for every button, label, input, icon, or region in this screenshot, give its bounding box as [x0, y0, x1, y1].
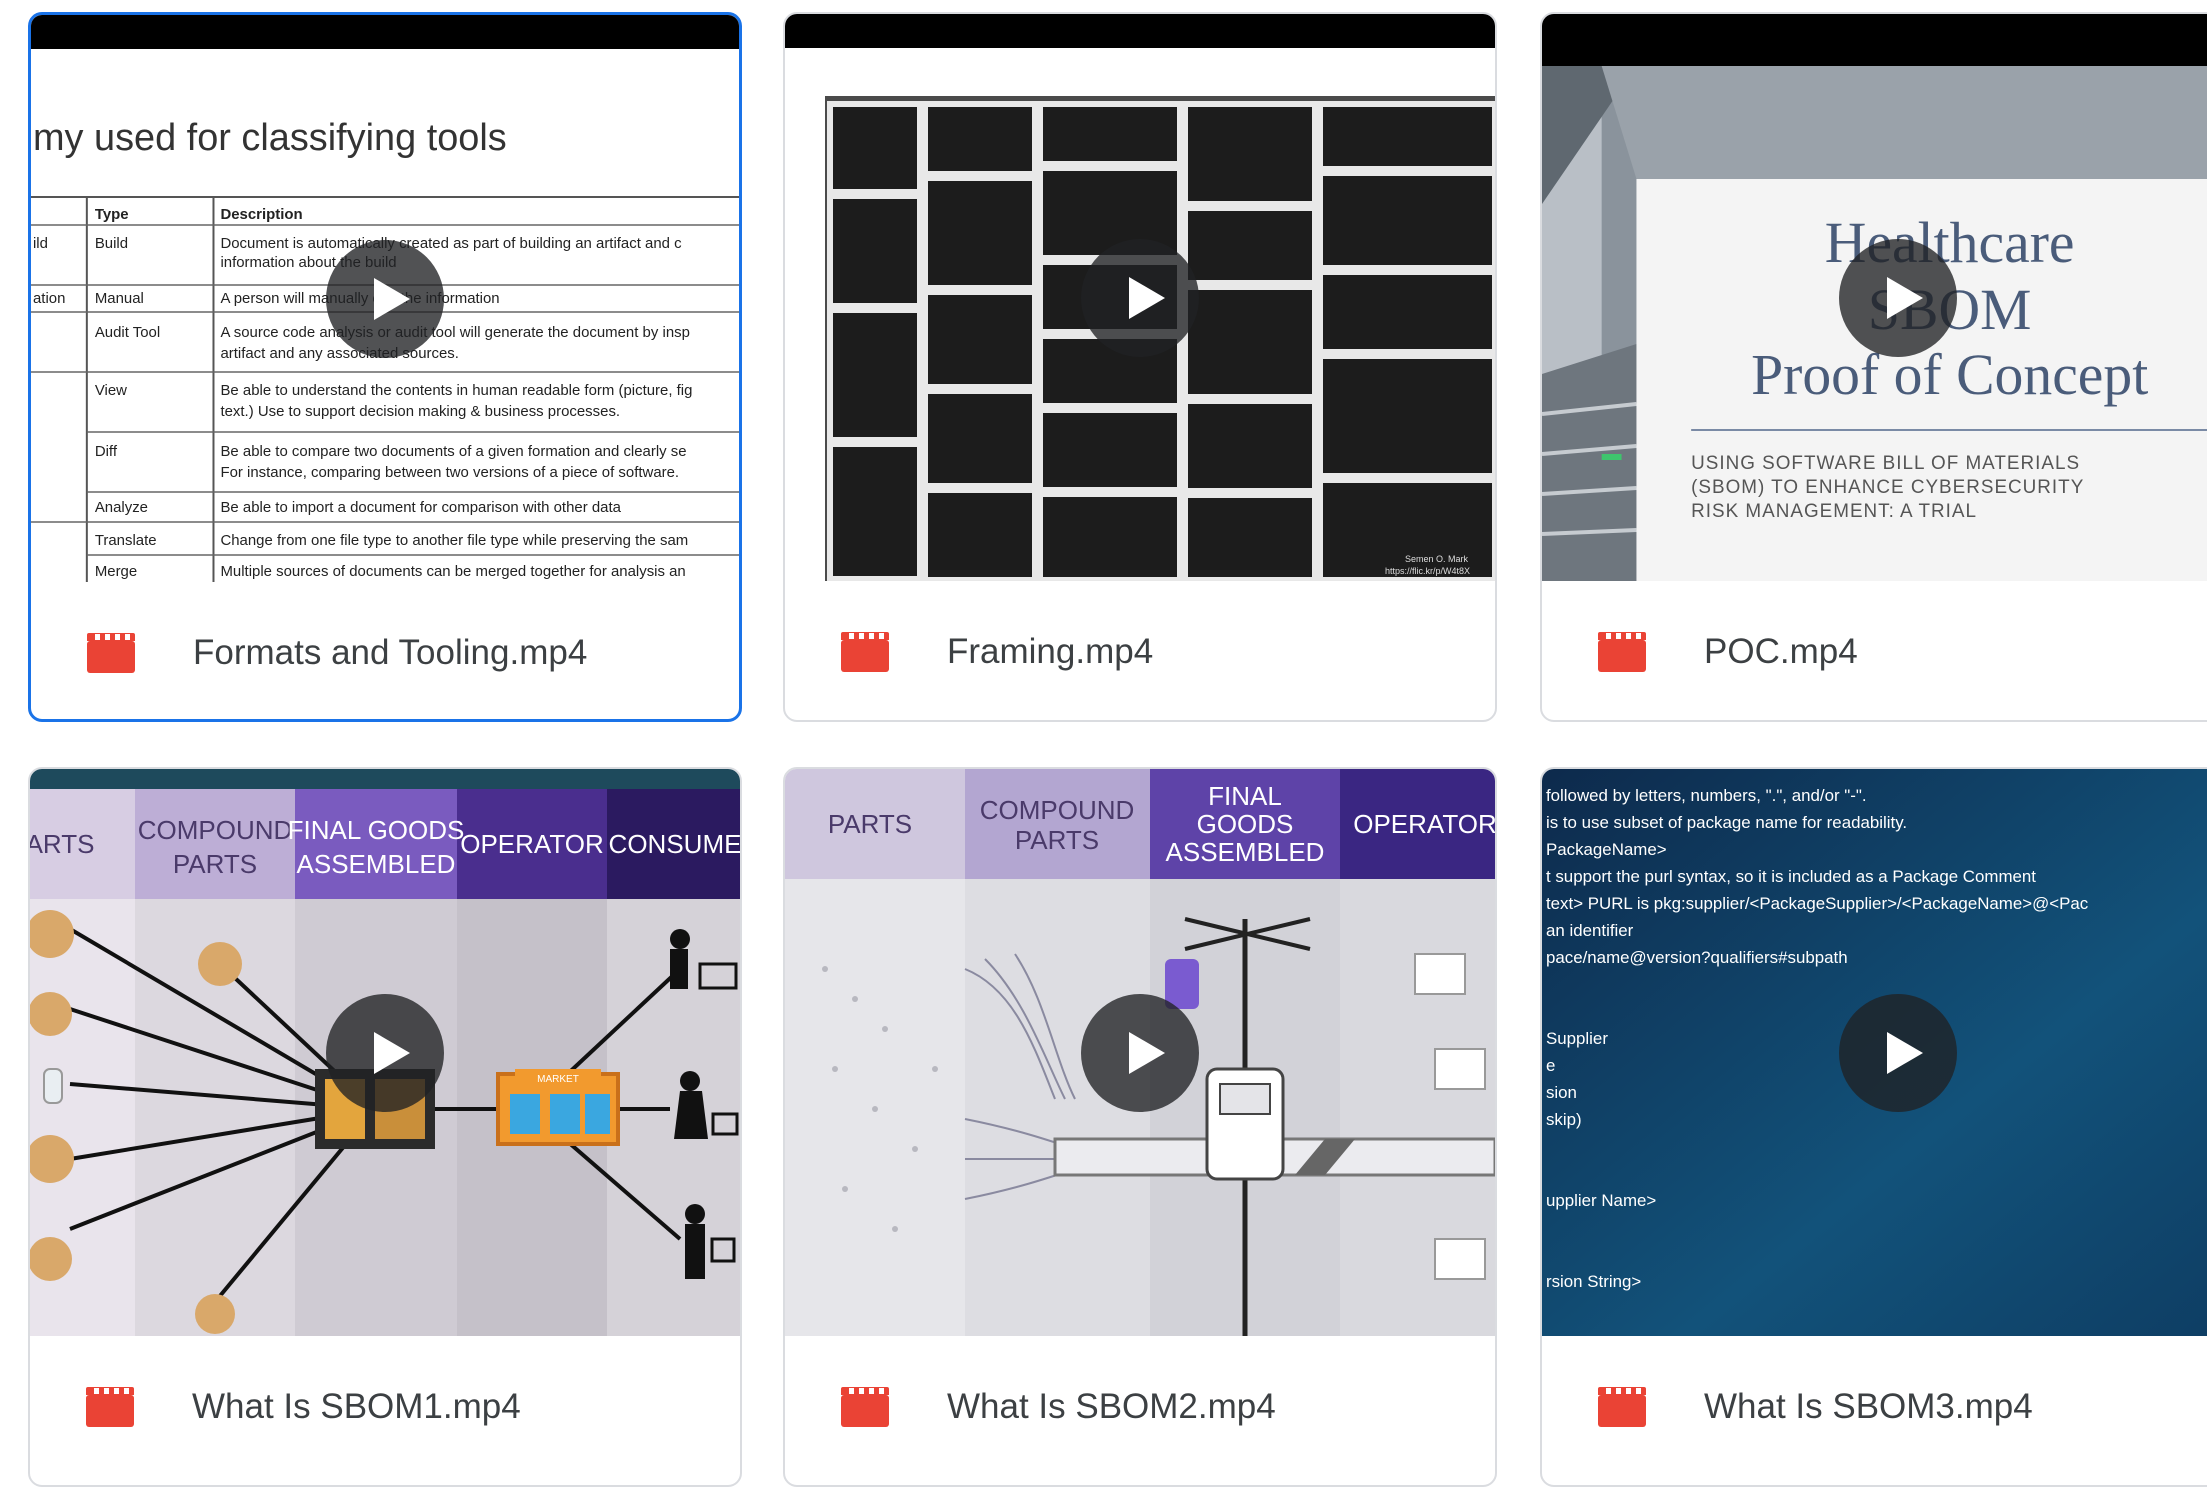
- thumb-column-label: GOODS: [1197, 809, 1294, 839]
- file-card-what-is-sbom1[interactable]: ARTS COMPOUND PARTS FINAL GOODS ASSEMBLE…: [28, 767, 742, 1487]
- thumb-cell: Manual: [95, 290, 144, 307]
- thumb-column-label: COMPOUND: [138, 815, 293, 845]
- file-card-what-is-sbom2[interactable]: PARTS COMPOUND PARTS FINAL GOODS ASSEMBL…: [783, 767, 1497, 1487]
- play-icon[interactable]: [326, 240, 444, 358]
- video-thumbnail[interactable]: Healthcare SBOM Proof of Concept USING S…: [1542, 14, 2207, 581]
- thumb-cell: artifact and any associated sources.: [220, 345, 458, 362]
- video-thumbnail[interactable]: followed by letters, numbers, ".", and/o…: [1542, 769, 2207, 1336]
- thumb-column-label: CONSUME: [609, 829, 740, 859]
- file-card-footer: What Is SBOM3.mp4: [1542, 1336, 2207, 1478]
- thumb-text-line: upplier Name>: [1546, 1191, 1656, 1210]
- file-name[interactable]: Framing.mp4: [947, 632, 1153, 672]
- thumb-text-line: is to use subset of package name for rea…: [1546, 813, 1907, 832]
- thumb-column-label: ASSEMBLED: [1166, 837, 1325, 867]
- thumb-cell: ild: [33, 235, 48, 252]
- thumb-subtitle: RISK MANAGEMENT: A TRIAL: [1691, 501, 1977, 522]
- play-icon[interactable]: [1081, 994, 1199, 1112]
- file-name[interactable]: What Is SBOM1.mp4: [192, 1387, 521, 1427]
- thumb-cell: Document is automatically created as par…: [220, 235, 682, 252]
- thumb-text-line: skip): [1546, 1110, 1582, 1129]
- thumb-column-label: COMPOUND: [980, 795, 1135, 825]
- thumb-cell: Build: [95, 235, 128, 252]
- file-card-footer: Framing.mp4: [785, 581, 1495, 720]
- thumb-cell: Analyze: [95, 499, 148, 516]
- thumb-column-label: OPERATOR: [460, 829, 604, 859]
- thumb-cell: Be able to understand the contents in hu…: [220, 382, 692, 399]
- thumb-column-label: PARTS: [1015, 825, 1099, 855]
- thumb-text-line: followed by letters, numbers, ".", and/o…: [1546, 786, 1867, 805]
- thumb-header-description: Description: [220, 206, 302, 223]
- video-file-icon: [841, 632, 889, 672]
- thumb-column-label: OPERATOR: [1353, 809, 1495, 839]
- thumb-credit: https://flic.kr/p/W4t8X: [1385, 566, 1470, 576]
- thumb-credit: Semen O. Mark: [1405, 554, 1469, 564]
- file-card-poc[interactable]: Healthcare SBOM Proof of Concept USING S…: [1540, 12, 2207, 722]
- file-card-footer: POC.mp4: [1542, 581, 2207, 720]
- thumb-text-line: PackageName>: [1546, 840, 1667, 859]
- file-card-footer: What Is SBOM1.mp4: [30, 1336, 740, 1478]
- thumb-column-label: PARTS: [828, 809, 912, 839]
- video-file-icon: [1598, 1387, 1646, 1427]
- thumb-text-line: Supplier: [1546, 1029, 1608, 1048]
- thumb-market-sign: MARKET: [537, 1074, 579, 1085]
- file-name[interactable]: POC.mp4: [1704, 632, 1858, 672]
- thumb-text-line: text> PURL is pkg:supplier/<PackageSuppl…: [1546, 894, 2089, 913]
- file-name[interactable]: What Is SBOM2.mp4: [947, 1387, 1276, 1427]
- thumb-header-type: Type: [95, 206, 129, 223]
- thumb-cell: For instance, comparing between two vers…: [220, 464, 679, 481]
- file-card-framing[interactable]: Semen O. Mark https://flic.kr/p/W4t8X Fr…: [783, 12, 1497, 722]
- thumb-cell: View: [95, 382, 127, 399]
- thumb-text-line: an identifier: [1546, 921, 1634, 940]
- play-icon[interactable]: [1839, 239, 1957, 357]
- thumb-cell: Translate: [95, 532, 157, 549]
- thumb-text-line: pace/name@version?qualifiers#subpath: [1546, 948, 1848, 967]
- thumb-title: my used for classifying tools: [33, 117, 507, 159]
- video-thumbnail[interactable]: my used for classifying tools Type Descr…: [31, 15, 739, 582]
- play-icon[interactable]: [326, 994, 444, 1112]
- file-name[interactable]: Formats and Tooling.mp4: [193, 633, 587, 673]
- thumb-cell: Audit Tool: [95, 324, 160, 341]
- thumb-cell: Merge: [95, 563, 137, 580]
- thumb-title: Proof of Concept: [1751, 342, 2148, 407]
- thumb-column-label: FINAL: [1208, 781, 1282, 811]
- video-thumbnail[interactable]: PARTS COMPOUND PARTS FINAL GOODS ASSEMBL…: [785, 769, 1495, 1336]
- thumb-column-label: PARTS: [173, 849, 257, 879]
- file-grid: my used for classifying tools Type Descr…: [0, 0, 2207, 1487]
- play-icon[interactable]: [1839, 994, 1957, 1112]
- thumb-subtitle: (SBOM) TO ENHANCE CYBERSECURITY: [1691, 477, 2084, 498]
- thumb-text-line: rsion String>: [1546, 1272, 1641, 1291]
- thumb-text-line: e: [1546, 1056, 1555, 1075]
- video-thumbnail[interactable]: Semen O. Mark https://flic.kr/p/W4t8X: [785, 14, 1495, 581]
- thumb-column-label: FINAL GOODS: [288, 815, 465, 845]
- thumb-column-label: ASSEMBLED: [297, 849, 456, 879]
- thumb-subtitle: USING SOFTWARE BILL OF MATERIALS: [1691, 453, 2080, 474]
- file-card-what-is-sbom3[interactable]: followed by letters, numbers, ".", and/o…: [1540, 767, 2207, 1487]
- file-name[interactable]: What Is SBOM3.mp4: [1704, 1387, 2033, 1427]
- play-icon[interactable]: [1081, 239, 1199, 357]
- thumb-column-label: ARTS: [30, 829, 94, 859]
- thumb-text-line: t support the purl syntax, so it is incl…: [1546, 867, 2036, 886]
- thumb-text-line: sion: [1546, 1083, 1577, 1102]
- video-file-icon: [87, 633, 135, 673]
- thumb-cell: Change from one file type to another fil…: [220, 532, 688, 549]
- video-file-icon: [1598, 632, 1646, 672]
- file-card-footer: Formats and Tooling.mp4: [31, 582, 739, 719]
- thumb-cell: Be able to import a document for compari…: [220, 499, 621, 516]
- video-thumbnail[interactable]: ARTS COMPOUND PARTS FINAL GOODS ASSEMBLE…: [30, 769, 740, 1336]
- video-file-icon: [86, 1387, 134, 1427]
- file-card-footer: What Is SBOM2.mp4: [785, 1336, 1495, 1478]
- thumb-cell: Multiple sources of documents can be mer…: [220, 563, 685, 580]
- thumb-cell: ation: [33, 290, 65, 307]
- thumb-cell: A source code analysis or audit tool wil…: [220, 324, 689, 341]
- thumb-cell: Be able to compare two documents of a gi…: [220, 443, 686, 460]
- file-card-formats-and-tooling[interactable]: my used for classifying tools Type Descr…: [28, 12, 742, 722]
- thumb-cell: Diff: [95, 443, 118, 460]
- video-file-icon: [841, 1387, 889, 1427]
- thumb-cell: text.) Use to support decision making & …: [220, 403, 620, 420]
